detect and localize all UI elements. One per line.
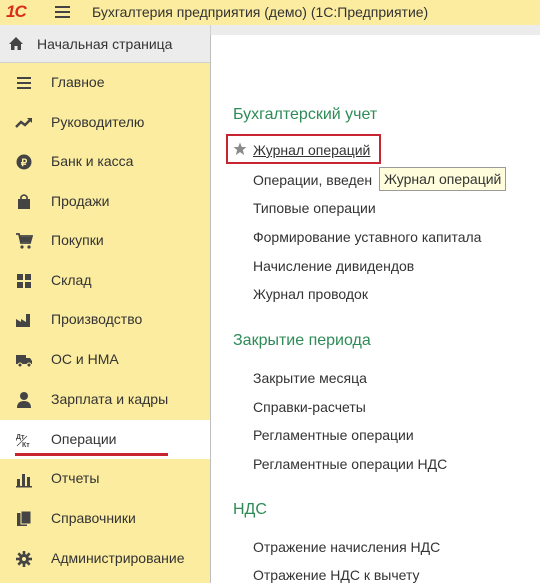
- app-title: Бухгалтерия предприятия (демо) (1С:Предп…: [92, 4, 429, 20]
- svg-text:Дт: Дт: [16, 434, 25, 441]
- factory-icon: [16, 314, 30, 327]
- sidebar: Главное Руководителю ₽ Банк и касса Прод…: [0, 63, 210, 583]
- sidebar-item-reports[interactable]: Отчеты: [0, 459, 210, 498]
- sidebar-item-label: Банк и касса: [51, 153, 134, 169]
- sidebar-item-sales[interactable]: Продажи: [0, 182, 210, 221]
- sidebar-item-purchases[interactable]: Покупки: [0, 221, 210, 260]
- sidebar-item-label: Зарплата и кадры: [51, 391, 169, 407]
- section-title-period-closing: Закрытие периода: [233, 332, 371, 349]
- link-vat-deduction[interactable]: Отражение НДС к вычету: [253, 567, 420, 583]
- tab-strip: [210, 25, 540, 35]
- trend-icon: [15, 118, 32, 128]
- sidebar-item-label: Руководителю: [51, 114, 145, 130]
- tab-home-label: Начальная страница: [37, 36, 173, 52]
- link-journal-entries[interactable]: Журнал проводок: [253, 286, 368, 302]
- sidebar-item-manager[interactable]: Руководителю: [0, 103, 210, 142]
- section-title-vat: НДС: [233, 501, 267, 518]
- link-vat-accrual[interactable]: Отражение начисления НДС: [253, 539, 440, 555]
- sidebar-item-label: Склад: [51, 272, 92, 288]
- sidebar-item-salary[interactable]: Зарплата и кадры: [0, 380, 210, 419]
- debit-credit-icon: Дт Кт: [16, 434, 30, 449]
- sidebar-item-label: Производство: [51, 311, 143, 327]
- link-typical-operations[interactable]: Типовые операции: [253, 200, 376, 216]
- home-icon: [9, 37, 23, 50]
- bar-chart-icon: [16, 474, 32, 488]
- tab-home[interactable]: Начальная страница: [0, 25, 210, 63]
- sidebar-item-label: Администрирование: [51, 550, 185, 566]
- title-bar: 1С Бухгалтерия предприятия (демо) (1С:Пр…: [0, 0, 540, 25]
- tooltip: Журнал операций: [379, 167, 507, 191]
- link-routine-operations-vat[interactable]: Регламентные операции НДС: [253, 456, 447, 472]
- sidebar-item-assets[interactable]: ОС и НМА: [0, 340, 210, 379]
- section-title-accounting: Бухгалтерский учет: [233, 106, 378, 123]
- coin-icon: ₽: [16, 154, 32, 170]
- shopping-bag-icon: [18, 194, 30, 209]
- link-dividends[interactable]: Начисление дивидендов: [253, 258, 414, 274]
- star-icon[interactable]: [233, 142, 247, 156]
- sidebar-item-label: Операции: [51, 431, 117, 447]
- sidebar-item-operations[interactable]: Дт Кт Операции: [0, 420, 210, 459]
- sidebar-item-production[interactable]: Производство: [0, 300, 210, 339]
- gear-icon: [16, 551, 32, 567]
- app-logo: 1С: [6, 2, 27, 21]
- warehouse-icon: [17, 274, 31, 288]
- sidebar-item-bank[interactable]: ₽ Банк и касса: [0, 142, 210, 181]
- sidebar-item-warehouse[interactable]: Склад: [0, 261, 210, 300]
- sidebar-item-label: Главное: [51, 74, 105, 90]
- person-icon: [17, 392, 31, 408]
- hamburger-menu-icon[interactable]: [55, 6, 70, 18]
- link-certificates[interactable]: Справки-расчеты: [253, 399, 366, 415]
- cart-icon: [16, 233, 33, 249]
- svg-text:Кт: Кт: [22, 442, 30, 449]
- sidebar-item-label: Продажи: [51, 193, 110, 209]
- link-operations-entered[interactable]: Операции, введен: [253, 172, 372, 188]
- sidebar-item-admin[interactable]: Администрирование: [0, 539, 210, 578]
- books-icon: [17, 510, 32, 526]
- menu-lines-icon: [17, 77, 31, 89]
- link-month-closing[interactable]: Закрытие месяца: [253, 370, 367, 386]
- link-journal-operations[interactable]: Журнал операций: [253, 142, 370, 158]
- sidebar-item-label: Справочники: [51, 510, 136, 526]
- link-routine-operations[interactable]: Регламентные операции: [253, 427, 414, 443]
- svg-text:₽: ₽: [21, 158, 28, 169]
- sidebar-item-main[interactable]: Главное: [0, 63, 210, 102]
- sidebar-item-label: Отчеты: [51, 470, 100, 486]
- truck-icon: [16, 355, 32, 368]
- sidebar-item-label: Покупки: [51, 232, 104, 248]
- active-indicator: [15, 453, 168, 456]
- link-authorized-capital[interactable]: Формирование уставного капитала: [253, 229, 481, 245]
- sidebar-item-directories[interactable]: Справочники: [0, 499, 210, 538]
- sidebar-item-label: ОС и НМА: [51, 351, 119, 367]
